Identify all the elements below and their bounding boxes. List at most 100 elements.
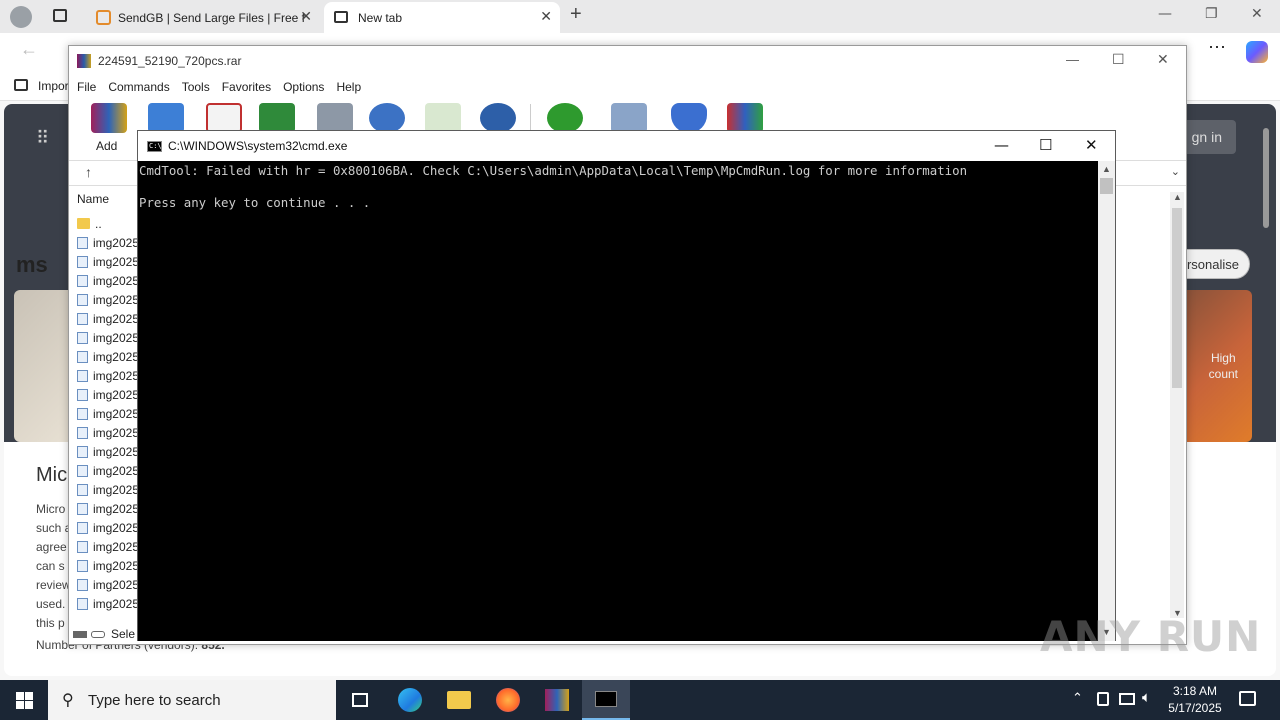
scroll-up-icon[interactable]: ▲ <box>1173 192 1182 202</box>
network-icon[interactable] <box>1119 693 1135 705</box>
minimize-icon[interactable]: — <box>994 136 1009 154</box>
add-icon[interactable] <box>91 103 127 133</box>
file-row[interactable]: img2025 <box>77 233 139 252</box>
parent-folder-row[interactable]: .. <box>77 214 139 233</box>
file-row[interactable]: img2025 <box>77 518 139 537</box>
maximize-icon[interactable]: ☐ <box>1112 51 1125 68</box>
apps-grid-icon[interactable]: ⠿ <box>36 128 49 149</box>
winrar-titlebar[interactable]: 224591_52190_720pcs.rar — ☐ ✕ <box>69 46 1186 76</box>
restore-icon[interactable]: ❐ <box>1205 6 1218 22</box>
card-line1: High <box>1210 351 1236 365</box>
add-label[interactable]: Add <box>96 139 117 153</box>
scroll-up-icon[interactable]: ▲ <box>1098 161 1115 178</box>
more-menu-icon[interactable]: ⋯ <box>1208 37 1226 58</box>
file-row[interactable]: img2025 <box>77 594 139 613</box>
cmd-taskbar-icon[interactable] <box>582 680 630 720</box>
extract-to-icon[interactable] <box>148 103 184 133</box>
close-tab-icon[interactable]: ✕ <box>540 8 552 25</box>
delete-icon[interactable] <box>317 103 353 133</box>
file-row[interactable]: img2025 <box>77 271 139 290</box>
file-row[interactable]: img2025 <box>77 328 139 347</box>
menu-file[interactable]: File <box>77 80 96 94</box>
start-button[interactable] <box>0 680 48 720</box>
wizard-icon[interactable] <box>425 103 461 133</box>
new-tab-plus-icon[interactable]: + <box>570 3 582 26</box>
file-row[interactable]: img2025 <box>77 575 139 594</box>
test-icon[interactable] <box>206 103 242 133</box>
maximize-icon[interactable]: ☐ <box>1039 136 1052 154</box>
file-row[interactable]: img2025 <box>77 461 139 480</box>
column-name-header[interactable]: Name <box>69 192 139 212</box>
scroll-thumb[interactable] <box>1100 178 1113 194</box>
file-icon <box>77 464 88 477</box>
file-row[interactable]: img2025 <box>77 347 139 366</box>
status-text: Sele <box>111 627 136 641</box>
up-arrow-icon[interactable]: ↑ <box>85 164 92 180</box>
file-name: img2025 <box>92 444 139 459</box>
file-row[interactable]: img2025 <box>77 537 139 556</box>
tray-chevron-icon[interactable]: ⌃ <box>1072 690 1083 706</box>
drive-icon <box>73 630 87 638</box>
close-icon[interactable]: ✕ <box>1085 136 1098 154</box>
menu-commands[interactable]: Commands <box>108 80 169 94</box>
file-row[interactable]: img2025 <box>77 442 139 461</box>
close-icon[interactable]: ✕ <box>1157 51 1169 68</box>
profile-avatar[interactable] <box>10 6 32 28</box>
file-row[interactable]: img2025 <box>77 423 139 442</box>
info-icon[interactable] <box>480 103 516 133</box>
cmd-scrollbar[interactable]: ▲ ▼ <box>1098 161 1115 641</box>
file-explorer-icon[interactable] <box>435 680 483 720</box>
tab-sendgb[interactable]: SendGB | Send Large Files | Free f ✕ <box>84 2 320 33</box>
file-row[interactable]: img2025 <box>77 290 139 309</box>
find-icon[interactable] <box>369 103 405 133</box>
notifications-icon[interactable] <box>1239 691 1256 706</box>
menu-favorites[interactable]: Favorites <box>222 80 271 94</box>
import-favorites-label[interactable]: Impor <box>38 79 69 93</box>
protect-icon[interactable] <box>671 103 707 133</box>
minimize-icon[interactable]: — <box>1066 52 1079 67</box>
scroll-thumb[interactable] <box>1172 208 1182 388</box>
file-row[interactable]: img2025 <box>77 499 139 518</box>
file-name: img2025 <box>92 463 139 478</box>
close-icon[interactable]: ✕ <box>1251 6 1263 22</box>
import-favorites-icon[interactable] <box>14 79 28 91</box>
cmd-console[interactable]: CmdTool: Failed with hr = 0x800106BA. Ch… <box>138 161 1099 641</box>
task-view-icon[interactable] <box>336 680 384 720</box>
tab-actions-icon[interactable] <box>53 9 67 22</box>
file-row[interactable]: img2025 <box>77 404 139 423</box>
news-card-left[interactable] <box>14 290 74 442</box>
close-tab-icon[interactable]: ✕ <box>300 8 312 25</box>
firefox-icon[interactable] <box>484 680 532 720</box>
comment-icon[interactable] <box>611 103 647 133</box>
cmd-titlebar[interactable]: C:\ C:\WINDOWS\system32\cmd.exe — ☐ ✕ <box>138 131 1115 161</box>
view-icon[interactable] <box>259 103 295 133</box>
clock[interactable]: 3:18 AM 5/17/2025 <box>1160 683 1230 717</box>
privacy-line: review <box>36 578 71 592</box>
file-row[interactable]: img2025 <box>77 252 139 271</box>
menu-tools[interactable]: Tools <box>182 80 210 94</box>
copilot-icon[interactable] <box>1246 41 1268 63</box>
sfx-icon[interactable] <box>727 103 763 133</box>
virus-scan-icon[interactable] <box>547 103 583 133</box>
page-scrollbar[interactable] <box>1260 116 1272 666</box>
winrar-taskbar-icon[interactable] <box>533 680 581 720</box>
taskbar-search-input[interactable]: ⚲ Type here to search <box>48 680 336 720</box>
menu-options[interactable]: Options <box>283 80 324 94</box>
cmd-window: C:\ C:\WINDOWS\system32\cmd.exe — ☐ ✕ Cm… <box>137 130 1116 641</box>
file-row[interactable]: img2025 <box>77 366 139 385</box>
back-icon[interactable]: ← <box>20 39 38 60</box>
edge-icon[interactable] <box>386 680 434 720</box>
file-row[interactable]: img2025 <box>77 385 139 404</box>
file-row[interactable]: img2025 <box>77 556 139 575</box>
file-row[interactable]: img2025 <box>77 309 139 328</box>
scroll-thumb[interactable] <box>1263 128 1269 228</box>
path-dropdown-icon[interactable]: ⌄ <box>1171 165 1180 178</box>
tray-device-icon[interactable] <box>1097 692 1109 706</box>
privacy-line: can s <box>36 559 65 573</box>
volume-icon[interactable]: 🔈︎ <box>1142 689 1151 706</box>
file-row[interactable]: img2025 <box>77 480 139 499</box>
menu-help[interactable]: Help <box>336 80 361 94</box>
minimize-icon[interactable]: — <box>1158 6 1172 22</box>
file-list-scrollbar[interactable]: ▲ ▼ <box>1170 192 1184 618</box>
tab-new-tab[interactable]: New tab ✕ <box>324 2 560 33</box>
